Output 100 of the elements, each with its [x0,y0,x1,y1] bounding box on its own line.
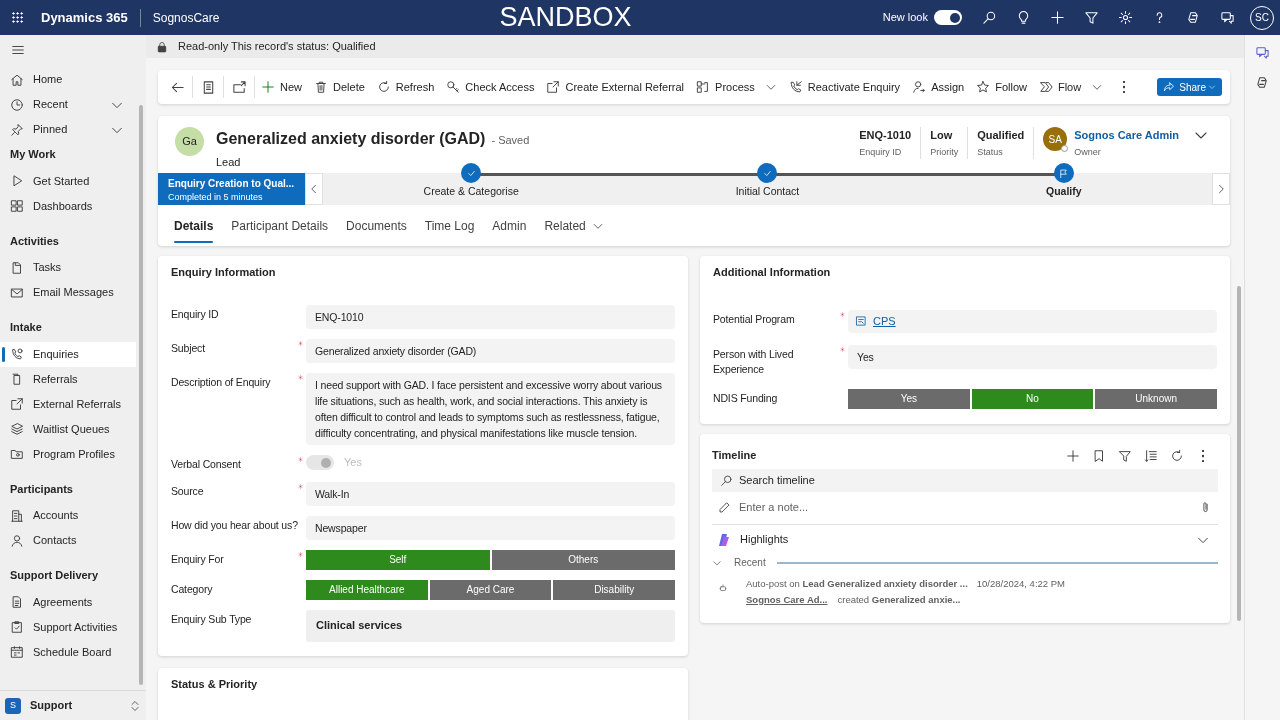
process-name: Enquiry Creation to Qual... [168,177,295,191]
command-button[interactable]: Assign [906,70,971,104]
pin-icon [10,122,24,137]
owner-avatar: SA [1043,127,1068,151]
post-headline: Auto-post on Lead Generalized anxiety disorder ... [746,576,968,591]
field-label: Source [171,483,205,499]
nav-item[interactable]: Contacts [0,528,136,553]
share-icon [1163,81,1176,93]
command-button[interactable]: Check Access [440,70,541,104]
more-icon [1123,81,1126,93]
save-status: - Saved [491,133,530,148]
option-button[interactable]: Unknown [1095,388,1217,409]
option-button[interactable]: Disability [553,579,675,600]
scrollbar[interactable] [139,105,143,685]
nav-item[interactable]: Tasks [0,255,136,280]
chat-button[interactable] [1255,45,1270,60]
command-button[interactable]: Flow [1032,70,1110,104]
nav-item[interactable]: Pinned [0,117,136,142]
clipboard-icon [10,620,24,634]
stage-marker[interactable] [461,163,482,183]
lookup-link[interactable]: CPS [873,312,896,330]
option-button[interactable]: Aged Care [429,579,552,600]
input-field[interactable]: ENQ-1010 [306,304,675,329]
menu-icon [11,43,25,57]
timeline-post[interactable]: Auto-post on Lead Generalized anxiety disorder ... 10/28/2024, 4:22 PM Sognos Care Ad... created Generalized anxie... [712,576,1218,607]
input-field[interactable]: Yes [848,344,1217,369]
input-field[interactable]: I need support with GAD. I face persistent and excessive worry about various life situations, such as health, work, and social interactions. This anxiety is often difficult to control and leads to symptoms such as restlessness, fatigue, difficulty concentrating, and physical manifestations like muscle tension. [306,372,675,445]
command-button[interactable]: Delete [308,70,371,104]
field-label: NDIS Funding [713,390,779,406]
option-button[interactable]: Others [491,549,675,570]
command-button[interactable]: Refresh [370,70,441,104]
tab[interactable]: Details [174,205,214,246]
command-button[interactable]: Follow [970,70,1033,104]
tab[interactable]: Time Log [424,205,475,246]
person-icon [912,80,927,94]
pencil-icon [718,501,731,514]
stage-marker[interactable] [757,163,778,183]
nav-item[interactable]: Schedule Board [0,639,136,665]
note-field[interactable]: Enter a note... [712,491,1218,525]
nav-item[interactable]: Accounts [0,503,136,528]
option-button[interactable]: Allied Healthcare [306,579,428,600]
field-label: How did you hear about us? [171,517,298,533]
nav-item[interactable]: Get Started [0,168,136,194]
tab[interactable]: Participant Details [231,205,329,246]
tab[interactable]: Admin [492,205,527,246]
refresh-icon [376,80,391,94]
chat-icon [1255,45,1270,60]
nav-item[interactable]: Program Profiles [0,441,136,467]
option-button[interactable]: Self [306,549,490,570]
choice-field[interactable]: Clinical services [306,609,675,642]
nav-item[interactable]: Waitlist Queues [0,416,136,442]
nav-item[interactable]: Referrals [0,366,136,392]
share-button[interactable]: Share [1157,78,1222,96]
input-field[interactable]: Newspaper [306,515,675,540]
nav-item[interactable]: Support Activities [0,614,136,640]
lookup-field[interactable]: CPS [848,309,1217,333]
readonly-banner: Read-only This record's status: Qualified [146,35,1244,58]
option-button[interactable]: Yes [848,388,970,409]
input-field[interactable]: Generalized anxiety disorder (GAD) [306,338,675,363]
envelope-icon [10,285,24,300]
command-button[interactable]: New [255,70,308,104]
stage-marker[interactable] [1053,163,1074,183]
process-flyout[interactable]: Enquiry Creation to Qual... Completed in 5 minutes [158,173,305,205]
command-button[interactable]: Create External Referral [540,70,691,104]
header-field-value: Qualified [977,128,1025,143]
trash-icon [314,80,328,94]
header-field-value: Low [930,128,954,143]
nav-item[interactable]: Recent [0,92,136,117]
key-icon [446,80,461,94]
nav-item[interactable]: Home [0,67,136,92]
author-link[interactable]: Sognos Care Ad... [746,592,828,607]
command-button[interactable]: Reactivate Enquiry [782,70,907,104]
highlights-row[interactable]: Highlights [712,524,1218,555]
window-arrow-icon [231,79,247,95]
tab[interactable]: Related [544,205,604,246]
stage-label: Initial Contact [735,184,800,199]
nav-item[interactable]: Dashboards [0,193,136,219]
app-name[interactable]: Dynamics 365 [41,7,128,28]
nav-item[interactable]: Email Messages [0,280,136,305]
tab[interactable]: Documents [346,205,407,246]
new-look-toggle[interactable] [934,10,962,25]
search-field[interactable]: Search timeline [712,468,1218,492]
nav-section-heading: Support Delivery [9,568,100,583]
owner-name[interactable]: Sognos Care Admin [1074,127,1179,144]
option-button[interactable]: No [971,388,1094,409]
group-label[interactable]: Recent [734,555,766,570]
layers-icon [10,422,24,436]
refresh-icon [1170,448,1184,463]
nav-item[interactable]: Enquiries [0,341,136,367]
folder-icon [10,447,24,461]
stage-label: Create & Categorise [423,184,519,199]
nav-section-heading: Activities [9,233,60,249]
scrollbar[interactable] [1237,286,1241,621]
plus-icon [261,80,275,94]
nav-item[interactable]: Agreements [0,589,136,615]
person-icon [10,533,24,548]
field-label: Enquiry Sub Type [171,611,253,627]
command-button[interactable]: Process [690,70,783,104]
input-field[interactable]: Walk-In [306,481,675,506]
nav-item[interactable]: External Referrals [0,391,136,417]
